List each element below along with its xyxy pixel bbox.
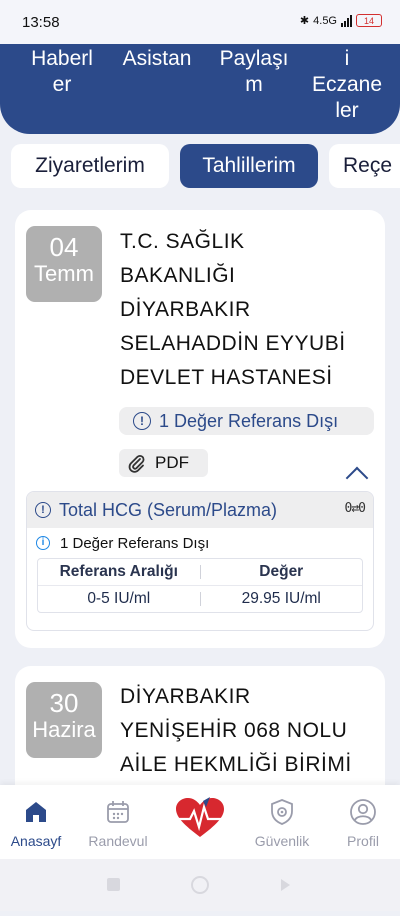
lab-result-card: 04 Temm T.C. SAĞLIK BAKANLIĞI DİYARBAKIR… [15, 210, 385, 648]
collapse-chevron-icon[interactable] [345, 466, 369, 490]
calendar-icon [107, 801, 129, 823]
banner-item-pharmacy[interactable]: i Eczane ler [303, 46, 391, 124]
compare-toggle-icon[interactable]: 0⇄0 [345, 501, 367, 516]
reference-table: Referans Aralığı Değer 0-5 IU/ml 29.95 I… [37, 558, 363, 613]
heart-logo-icon [172, 797, 228, 837]
banner-item-share[interactable]: Paylaşı m [208, 46, 300, 98]
hospital-name: DİYARBAKIR YENİŞEHİR 068 NOLU AİLE HEKML… [120, 685, 352, 776]
paperclip-icon [128, 454, 145, 473]
table-row: 0-5 IU/ml 29.95 IU/ml [38, 585, 362, 612]
pdf-label: PDF [155, 453, 189, 472]
battery-icon: 14 [356, 14, 382, 27]
system-navigation-bar [0, 859, 400, 911]
result-value: 29.95 IU/ml [241, 590, 321, 607]
date-badge: 04 Temm [26, 226, 102, 302]
profile-icon [350, 799, 376, 825]
column-header-value: Değer [259, 563, 304, 580]
banner-item-assistant[interactable]: Asistan [112, 46, 202, 72]
date-month: Hazira [32, 717, 96, 742]
date-month: Temm [34, 261, 94, 286]
hospital-name: T.C. SAĞLIK BAKANLIĞI DİYARBAKIR SELAHAD… [120, 230, 346, 389]
test-header[interactable]: ! Total HCG (Serum/Plazma) 0⇄0 [27, 492, 373, 528]
nav-label: Profil [347, 833, 379, 849]
status-bar: 13:58 ✱ 4.5G 14 [0, 0, 400, 44]
out-of-range-text: 1 Değer Referans Dışı [159, 410, 339, 431]
record-tabs: Ziyaretlerim Tahlillerim Reçe [0, 144, 400, 190]
nav-item-profile[interactable]: Profil [328, 785, 398, 849]
nav-item-center[interactable] [165, 785, 235, 837]
recent-apps-icon [107, 878, 120, 891]
date-day: 30 [49, 688, 79, 718]
back-icon [281, 879, 290, 891]
bluetooth-icon: ✱ [299, 15, 310, 27]
nav-label: Anasayf [10, 833, 62, 849]
column-header-range: Referans Aralığı [59, 563, 178, 580]
nav-item-home[interactable]: Anasayf [1, 785, 71, 849]
home-icon [26, 802, 46, 822]
nav-item-appointments[interactable]: Randevul [83, 785, 153, 849]
banner-item-news[interactable]: Haberl er [22, 46, 102, 98]
date-day: 04 [49, 232, 79, 262]
home-button-icon [191, 876, 209, 894]
info-icon: ! [35, 502, 51, 518]
test-name: Total HCG (Serum/Plazma) [59, 499, 278, 520]
shield-gear-icon [271, 799, 293, 825]
test-notice-text: 1 Değer Referans Dışı [60, 534, 210, 552]
nav-label: Randevul [88, 833, 148, 849]
network-label: 4.5G [313, 14, 337, 27]
reference-range: 0-5 IU/ml [87, 590, 151, 607]
date-badge: 30 Hazira [26, 682, 102, 758]
nav-item-security[interactable]: Güvenlik [247, 785, 317, 849]
out-of-range-badge: ! 1 Değer Referans Dışı [119, 407, 374, 435]
info-icon: i [36, 536, 50, 550]
tab-lab-results[interactable]: Tahlillerim [180, 144, 318, 188]
status-icons: ✱ 4.5G 14 [300, 14, 382, 27]
tab-prescriptions[interactable]: Reçe [329, 144, 400, 188]
test-notice: i 1 Değer Referans Dışı [27, 528, 373, 558]
bottom-navigation: Anasayf Randevul Güvenlik Profil [0, 785, 400, 859]
info-icon: ! [133, 412, 151, 430]
test-result-box: ! Total HCG (Serum/Plazma) 0⇄0 i 1 Değer… [26, 491, 374, 631]
status-time: 13:58 [22, 14, 60, 31]
pdf-button[interactable]: PDF [119, 449, 208, 477]
system-nav-icons [107, 876, 290, 894]
signal-icon [341, 14, 352, 27]
tab-visits[interactable]: Ziyaretlerim [11, 144, 169, 188]
table-header-row: Referans Aralığı Değer [38, 559, 362, 585]
nav-label: Güvenlik [254, 833, 310, 849]
